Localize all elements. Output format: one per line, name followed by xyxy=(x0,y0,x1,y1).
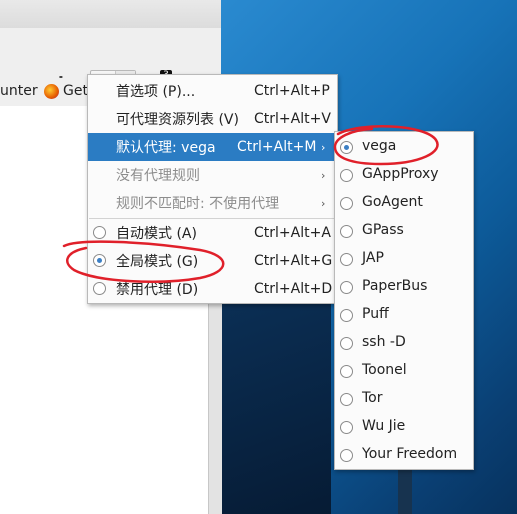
radio-button xyxy=(340,169,353,182)
proxy-option-label: GPass xyxy=(362,222,404,238)
radio-button xyxy=(340,281,353,294)
radio-button-selected xyxy=(340,141,353,154)
default-proxy-submenu: vega GAppProxy GoAgent GPass JAP PaperBu… xyxy=(334,131,474,470)
proxy-option-label: Your Freedom xyxy=(362,446,458,462)
bookmark-label: unter xyxy=(0,83,38,99)
proxy-option-paperbus[interactable]: PaperBus xyxy=(335,273,473,301)
submenu-arrow-icon: › xyxy=(321,140,326,154)
menu-item-label: 规则不匹配时: 不使用代理 xyxy=(116,196,280,212)
menu-item-no-proxy-rules: 没有代理规则 › xyxy=(88,161,337,189)
bookmark-label: Get xyxy=(63,83,88,99)
proxy-option-ssh-d[interactable]: ssh -D xyxy=(335,329,473,357)
proxy-option-label: JAP xyxy=(362,250,384,266)
proxy-option-label: PaperBus xyxy=(362,278,428,294)
firefox-icon xyxy=(44,83,59,99)
menu-item-label: 首选项 (P)... xyxy=(116,84,196,100)
submenu-arrow-icon: › xyxy=(321,168,326,182)
menu-item-shortcut: Ctrl+Alt+A xyxy=(254,225,331,241)
menu-item-shortcut: Ctrl+Alt+V xyxy=(254,111,331,127)
menu-item-label: 没有代理规则 xyxy=(116,168,200,184)
desktop-shadow xyxy=(221,300,331,514)
proxy-option-your-freedom[interactable]: Your Freedom xyxy=(335,441,473,469)
menu-item-shortcut: Ctrl+Alt+P xyxy=(254,83,330,99)
proxy-option-toonel[interactable]: Toonel xyxy=(335,357,473,385)
radio-button xyxy=(340,365,353,378)
menu-item-shortcut: Ctrl+Alt+D xyxy=(254,281,333,297)
radio-button xyxy=(340,421,353,434)
menu-item-shortcut: Ctrl+Alt+G xyxy=(254,253,333,269)
radio-button xyxy=(340,197,353,210)
proxy-option-gpass[interactable]: GPass xyxy=(335,217,473,245)
radio-button xyxy=(340,309,353,322)
autoproxy-menu: 首选项 (P)... Ctrl+Alt+P 可代理资源列表 (V) Ctrl+A… xyxy=(87,74,338,304)
radio-button xyxy=(93,282,106,295)
proxy-option-label: vega xyxy=(362,138,397,154)
menu-item-shortcut: Ctrl+Alt+M xyxy=(237,139,317,155)
menu-item-label: 全局模式 (G) xyxy=(116,254,199,270)
radio-button xyxy=(340,393,353,406)
proxy-option-label: GoAgent xyxy=(362,194,423,210)
proxy-option-jap[interactable]: JAP xyxy=(335,245,473,273)
bookmark-item[interactable]: unter xyxy=(0,83,38,99)
desktop-panel-edge xyxy=(398,470,412,514)
proxy-option-label: ssh -D xyxy=(362,334,406,350)
radio-button xyxy=(340,449,353,462)
proxy-option-label: Toonel xyxy=(362,362,407,378)
menu-item-label: 默认代理: vega xyxy=(116,140,216,156)
menu-item-label: 自动模式 (A) xyxy=(116,226,197,242)
browser-toolbar: ✻ ⌄ hr ✽ ▾ ⚭ 3 xyxy=(0,28,221,98)
radio-button xyxy=(340,337,353,350)
menu-item-auto-mode[interactable]: 自动模式 (A) Ctrl+Alt+A xyxy=(88,219,337,247)
proxy-option-label: Tor xyxy=(362,390,383,406)
proxy-option-label: GAppProxy xyxy=(362,166,439,182)
menu-item-disable-proxy[interactable]: 禁用代理 (D) Ctrl+Alt+D xyxy=(88,275,337,303)
menu-item-default-proxy[interactable]: 默认代理: vega Ctrl+Alt+M › xyxy=(88,133,337,161)
radio-button-selected xyxy=(93,254,106,267)
proxy-option-puff[interactable]: Puff xyxy=(335,301,473,329)
submenu-arrow-icon: › xyxy=(321,196,326,210)
proxy-option-wu-jie[interactable]: Wu Jie xyxy=(335,413,473,441)
radio-button xyxy=(93,226,106,239)
menu-item-label: 禁用代理 (D) xyxy=(116,282,199,298)
menu-item-preferences[interactable]: 首选项 (P)... Ctrl+Alt+P xyxy=(88,77,337,105)
window-titlebar xyxy=(0,0,221,29)
radio-button xyxy=(340,225,353,238)
proxy-option-vega[interactable]: vega xyxy=(335,133,473,161)
proxy-option-tor[interactable]: Tor xyxy=(335,385,473,413)
proxy-option-goagent[interactable]: GoAgent xyxy=(335,189,473,217)
menu-item-label: 可代理资源列表 (V) xyxy=(116,112,239,128)
proxy-option-label: Wu Jie xyxy=(362,418,406,434)
menu-item-proxyable-resources[interactable]: 可代理资源列表 (V) Ctrl+Alt+V xyxy=(88,105,337,133)
bookmark-item[interactable]: Get xyxy=(44,83,88,99)
proxy-option-gappproxy[interactable]: GAppProxy xyxy=(335,161,473,189)
radio-button xyxy=(340,253,353,266)
menu-item-global-mode[interactable]: 全局模式 (G) Ctrl+Alt+G xyxy=(88,247,337,275)
proxy-option-label: Puff xyxy=(362,306,389,322)
menu-item-unmatched-rule: 规则不匹配时: 不使用代理 › xyxy=(88,189,337,217)
